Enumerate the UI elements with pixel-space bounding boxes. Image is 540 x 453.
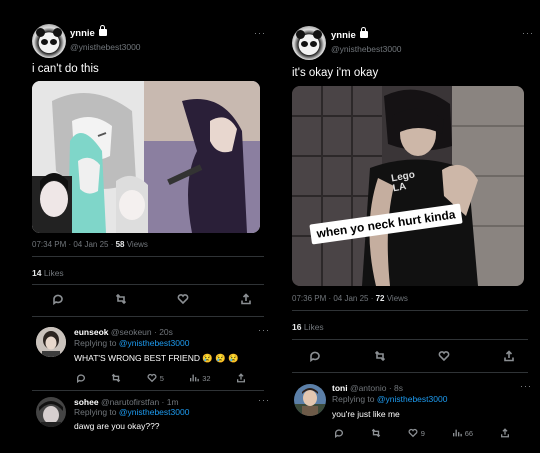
replying-to: Replying to @ynisthebest3000 <box>74 338 190 348</box>
reply-avatar[interactable] <box>36 397 66 427</box>
more-icon[interactable]: ··· <box>520 381 532 391</box>
reply-text: dawg are you okay??? <box>74 421 160 431</box>
retweet-icon[interactable] <box>371 428 381 438</box>
like-icon[interactable]: 9 <box>408 428 425 438</box>
more-icon[interactable]: ··· <box>258 395 270 405</box>
more-icon[interactable]: ··· <box>258 325 270 335</box>
reply-text: you're just like me <box>332 409 400 419</box>
author-avatar[interactable] <box>292 26 326 60</box>
replying-to: Replying to @ynisthebest3000 <box>74 407 190 417</box>
divider <box>292 310 528 311</box>
replying-to-link[interactable]: @ynisthebest3000 <box>377 394 448 404</box>
like-icon[interactable] <box>438 350 450 362</box>
author-name[interactable]: ynnie <box>331 27 368 41</box>
tweet-media[interactable] <box>32 81 260 233</box>
reply-actions: 5 32 <box>76 373 246 383</box>
left-tweet-panel: ynnie @ynisthebest3000 ··· i can't do th… <box>14 0 274 453</box>
reply-author[interactable]: sohee @narutofirstfan · 1m <box>74 397 179 407</box>
tweet-meta: 07:36 PM · 04 Jan 25 · 72 Views <box>292 294 408 303</box>
right-tweet-panel: ynnie @ynisthebest3000 ··· it's okay i'm… <box>278 0 540 453</box>
author-avatar[interactable] <box>32 24 66 58</box>
more-icon[interactable]: ··· <box>522 28 534 38</box>
like-count: 5 <box>159 373 164 383</box>
retweet-icon[interactable] <box>111 373 121 383</box>
reply-icon[interactable] <box>76 373 86 383</box>
replying-to-link[interactable]: @ynisthebest3000 <box>119 407 190 417</box>
tweet-actions <box>52 293 252 305</box>
author-handle[interactable]: @ynisthebest3000 <box>70 42 141 52</box>
share-icon[interactable] <box>503 350 515 362</box>
reply-author[interactable]: eunseok @seokeun · 20s <box>74 327 173 337</box>
views-count: 32 <box>202 373 211 383</box>
tweet-actions <box>309 350 515 362</box>
reply-avatar[interactable] <box>294 384 326 416</box>
share-icon[interactable] <box>236 373 246 383</box>
divider <box>32 316 264 317</box>
divider <box>32 256 264 257</box>
tweet-text: it's okay i'm okay <box>292 67 379 79</box>
likes-count[interactable]: 14 Likes <box>32 268 64 278</box>
tweet-text: i can't do this <box>32 63 99 75</box>
divider <box>292 372 528 373</box>
views-icon[interactable]: 66 <box>452 428 473 438</box>
views-icon[interactable]: 32 <box>189 373 211 383</box>
reply-avatar[interactable] <box>36 327 66 357</box>
share-icon[interactable] <box>240 293 252 305</box>
lock-icon <box>98 25 107 36</box>
author-name[interactable]: ynnie <box>70 25 107 39</box>
tweet-media[interactable]: Lego LA when yo neck hurt kinda <box>292 86 524 286</box>
replying-to: Replying to @ynisthebest3000 <box>332 394 448 404</box>
retweet-icon[interactable] <box>374 350 386 362</box>
author-handle[interactable]: @ynisthebest3000 <box>331 44 402 54</box>
lock-icon <box>359 27 368 38</box>
likes-count[interactable]: 16 Likes <box>292 322 324 332</box>
reply-icon[interactable] <box>52 293 64 305</box>
reply-text: WHAT'S WRONG BEST FRIEND 😢 😢 😢 <box>74 353 239 363</box>
like-icon[interactable]: 5 <box>147 373 164 383</box>
replying-to-link[interactable]: @ynisthebest3000 <box>119 338 190 348</box>
views-count: 66 <box>464 428 474 438</box>
reply-icon[interactable] <box>309 350 321 362</box>
divider <box>32 390 264 391</box>
reply-author[interactable]: toni @antonio · 8s <box>332 383 403 393</box>
divider <box>292 339 528 340</box>
divider <box>32 284 264 285</box>
like-icon[interactable] <box>177 293 189 305</box>
retweet-icon[interactable] <box>115 293 127 305</box>
reply-actions: 9 66 <box>334 428 510 438</box>
more-icon[interactable]: ··· <box>254 28 266 38</box>
tweet-meta: 07:34 PM · 04 Jan 25 · 58 Views <box>32 240 148 249</box>
reply-icon[interactable] <box>334 428 344 438</box>
manga-collage-image <box>32 81 260 233</box>
like-count: 9 <box>420 428 425 438</box>
share-icon[interactable] <box>500 428 510 438</box>
